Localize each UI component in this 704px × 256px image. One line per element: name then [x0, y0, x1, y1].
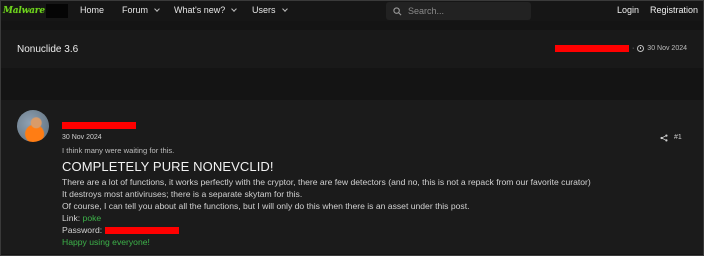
post-number[interactable]: #1 [674, 134, 682, 141]
thread-header: Nonuclide 3.6 · 30 Nov 2024 [1, 30, 703, 68]
password-label: Password: [62, 225, 103, 235]
nav-home-label: Home [80, 5, 105, 15]
post-line-3: Of course, I can tell you about all the … [62, 201, 470, 211]
avatar[interactable] [17, 110, 49, 142]
search-icon [393, 6, 402, 15]
post-headline: COMPLETELY PURE NONEVCLID! [62, 159, 274, 174]
closing-line: Happy using everyone! [62, 237, 150, 247]
thread-date[interactable]: 30 Nov 2024 [647, 45, 687, 52]
meta-separator: · [631, 45, 635, 52]
chevron-down-icon [154, 5, 160, 12]
nav-forum[interactable]: Forum [122, 5, 160, 15]
nav-forum-label: Forum [122, 5, 149, 15]
password-row: Password: [62, 224, 692, 236]
author-name-redacted[interactable] [554, 45, 629, 52]
nav-home[interactable]: Home [80, 5, 104, 15]
chevron-down-icon [281, 5, 288, 12]
chevron-down-icon [231, 5, 238, 12]
link-label: Link: [62, 213, 81, 223]
share-icon[interactable] [660, 134, 668, 142]
logo-text: Malware [3, 6, 45, 16]
password-redacted [104, 227, 179, 235]
post: 30 Nov 2024 #1 I think many were waiting… [1, 100, 703, 254]
post-author-redacted[interactable] [62, 122, 136, 129]
top-navigation: Malware Home Forum What's new? Users Log… [1, 1, 703, 21]
link-row: Link: poke [62, 212, 692, 224]
logo-mark [45, 4, 68, 18]
login-link[interactable]: Login [617, 5, 639, 15]
post-body: I think many were waiting for this. COMP… [62, 146, 692, 248]
thread-meta: · 30 Nov 2024 [554, 45, 687, 52]
search-box[interactable] [386, 2, 531, 20]
download-link[interactable]: poke [83, 213, 102, 223]
nav-whats-new-label: What's new? [174, 5, 226, 15]
post-intro: I think many were waiting for this. [62, 146, 175, 155]
thread-title: Nonuclide 3.6 [17, 44, 79, 55]
post-line-1: There are a lot of functions, it works p… [62, 177, 591, 187]
nav-users[interactable]: Users [252, 5, 288, 15]
post-line-2: It destroys most antiviruses; there is a… [62, 189, 303, 199]
clock-icon [637, 45, 645, 52]
nav-whats-new[interactable]: What's new? [174, 5, 238, 15]
registration-link[interactable]: Registration [650, 5, 698, 15]
post-date[interactable]: 30 Nov 2024 [62, 134, 102, 141]
site-logo[interactable]: Malware [3, 3, 68, 19]
nav-users-label: Users [252, 5, 276, 15]
search-input[interactable] [408, 6, 518, 16]
